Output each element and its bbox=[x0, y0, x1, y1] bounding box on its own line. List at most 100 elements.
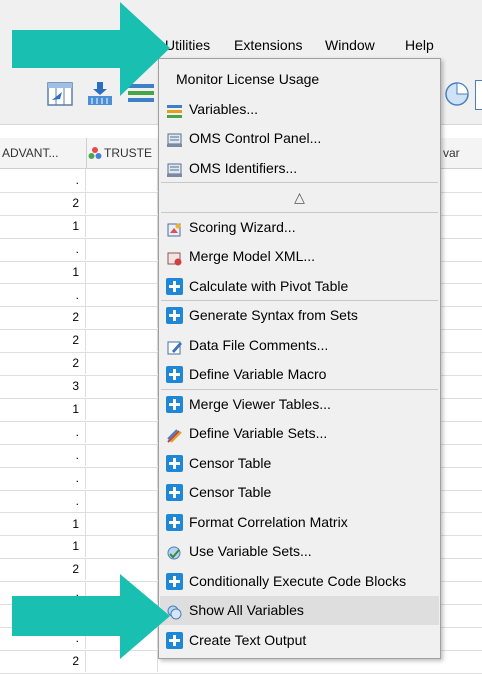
table-cell[interactable]: . bbox=[0, 489, 86, 512]
table-cell[interactable]: 2 bbox=[0, 306, 86, 329]
table-cell[interactable]: . bbox=[0, 466, 86, 489]
menu-item-use-variable-sets[interactable]: Use Variable Sets... bbox=[160, 537, 439, 566]
menu-utilities[interactable]: Utilities bbox=[165, 37, 210, 53]
table-cell[interactable] bbox=[441, 352, 482, 374]
table-cell[interactable] bbox=[441, 627, 482, 649]
table-cell[interactable] bbox=[441, 490, 482, 512]
column-header[interactable]: TRUSTE bbox=[86, 138, 159, 168]
table-cell[interactable]: . bbox=[0, 237, 86, 260]
table-cell[interactable] bbox=[441, 513, 482, 535]
table-cell[interactable] bbox=[441, 284, 482, 306]
table-cell[interactable] bbox=[86, 512, 158, 535]
menu-item-label: △ bbox=[294, 189, 305, 205]
table-cell[interactable] bbox=[86, 398, 158, 420]
table-cell[interactable]: 1 bbox=[0, 260, 86, 283]
table-cell[interactable] bbox=[86, 420, 158, 443]
table-cell[interactable]: . bbox=[0, 169, 86, 191]
table-cell[interactable] bbox=[441, 238, 482, 260]
table-cell[interactable] bbox=[441, 192, 482, 214]
table-cell[interactable]: 3 bbox=[0, 375, 86, 398]
plus-icon bbox=[166, 513, 183, 531]
menu-item-create-text-output[interactable]: Create Text Output bbox=[160, 626, 439, 655]
menu-item-censor-table[interactable]: Censor Table bbox=[160, 478, 439, 507]
table-cell[interactable] bbox=[441, 444, 482, 466]
pie-chart-icon[interactable] bbox=[443, 80, 471, 108]
menu-item-oms-control-panel[interactable]: OMS Control Panel... bbox=[160, 124, 439, 153]
toolbar-icon-partial[interactable] bbox=[475, 80, 482, 110]
plus-icon bbox=[166, 484, 183, 501]
menu-item-label: Scoring Wizard... bbox=[189, 218, 296, 235]
table-cell[interactable]: . bbox=[0, 283, 86, 306]
menu-item-monitor-license-usage[interactable]: Monitor License Usage bbox=[160, 65, 439, 94]
table-cell[interactable] bbox=[441, 581, 482, 603]
arrow-annotation-icon bbox=[12, 2, 170, 96]
merge-model-icon bbox=[166, 248, 183, 266]
utilities-dropdown-menu: Monitor License Usage Variables... OMS Con… bbox=[158, 58, 441, 659]
menu-item-scoring-wizard[interactable]: Scoring Wizard... bbox=[160, 213, 439, 242]
table-cell[interactable] bbox=[86, 466, 158, 489]
table-cell[interactable]: 2 bbox=[0, 329, 86, 352]
use-sets-icon bbox=[166, 543, 183, 560]
menu-item-expand[interactable]: △ bbox=[160, 183, 439, 212]
table-cell[interactable] bbox=[86, 260, 158, 283]
menu-item-merge-viewer-tables[interactable]: Merge Viewer Tables... bbox=[160, 390, 439, 419]
column-header[interactable]: ADVANT... bbox=[0, 138, 87, 168]
table-cell[interactable] bbox=[86, 535, 158, 558]
menu-item-generate-syntax-from-sets[interactable]: Generate Syntax from Sets bbox=[160, 301, 439, 330]
menu-window[interactable]: Window bbox=[325, 37, 375, 53]
table-cell[interactable] bbox=[86, 306, 158, 329]
plus-icon bbox=[166, 454, 183, 472]
menu-item-label: Monitor License Usage bbox=[176, 71, 320, 87]
table-cell[interactable] bbox=[441, 329, 482, 351]
table-cell[interactable]: . bbox=[0, 443, 86, 466]
table-cell[interactable] bbox=[441, 467, 482, 489]
menu-item-label: Format Correlation Matrix bbox=[189, 513, 348, 530]
table-cell[interactable] bbox=[441, 169, 482, 191]
menu-item-data-file-comments[interactable]: Data File Comments... bbox=[160, 331, 439, 360]
menu-item-define-variable-macro[interactable]: Define Variable Macro bbox=[160, 360, 439, 389]
table-cell[interactable] bbox=[441, 604, 482, 626]
table-cell[interactable] bbox=[441, 261, 482, 283]
table-cell[interactable] bbox=[441, 306, 482, 328]
table-cell[interactable]: 1 bbox=[0, 512, 86, 535]
table-cell[interactable]: 2 bbox=[0, 191, 86, 214]
menu-item-oms-identifiers[interactable]: OMS Identifiers... bbox=[160, 154, 439, 183]
menu-item-variables[interactable]: Variables... bbox=[160, 95, 439, 124]
menu-help[interactable]: Help bbox=[405, 37, 434, 53]
column-header[interactable]: var bbox=[441, 138, 482, 168]
menu-extensions[interactable]: Extensions bbox=[234, 37, 302, 53]
table-cell[interactable] bbox=[86, 375, 158, 398]
menu-item-show-all-variables[interactable]: Show All Variables bbox=[160, 596, 439, 625]
menu-item-censor-table[interactable]: Censor Table bbox=[160, 449, 439, 478]
table-cell[interactable] bbox=[86, 443, 158, 466]
table-cell[interactable] bbox=[86, 329, 158, 352]
table-cell[interactable]: 1 bbox=[0, 214, 86, 237]
table-cell[interactable] bbox=[441, 375, 482, 397]
table-cell[interactable]: 1 bbox=[0, 398, 86, 420]
table-cell[interactable] bbox=[86, 191, 158, 214]
table-cell[interactable] bbox=[441, 215, 482, 237]
menu-item-label: Use Variable Sets... bbox=[189, 543, 312, 559]
table-cell[interactable] bbox=[441, 558, 482, 580]
table-cell[interactable] bbox=[86, 352, 158, 375]
menu-item-label: OMS Identifiers... bbox=[189, 159, 298, 176]
table-cell[interactable] bbox=[86, 489, 158, 512]
table-cell[interactable] bbox=[86, 169, 158, 191]
menu-item-merge-model-xml[interactable]: Merge Model XML... bbox=[160, 242, 439, 271]
table-cell[interactable] bbox=[441, 535, 482, 557]
table-cell[interactable] bbox=[441, 650, 482, 672]
menu-item-format-correlation-matrix[interactable]: Format Correlation Matrix bbox=[160, 508, 439, 537]
menu-item-conditionally-execute-code-blocks[interactable]: Conditionally Execute Code Blocks bbox=[160, 567, 439, 596]
table-cell[interactable] bbox=[86, 214, 158, 237]
table-cell[interactable] bbox=[86, 237, 158, 260]
table-cell[interactable]: 1 bbox=[0, 535, 86, 558]
menu-item-define-variable-sets[interactable]: Define Variable Sets... bbox=[160, 419, 439, 448]
menu-item-calculate-with-pivot-table[interactable]: Calculate with Pivot Table bbox=[160, 272, 439, 301]
table-cell[interactable]: . bbox=[0, 420, 86, 443]
plus-icon bbox=[166, 277, 183, 295]
table-cell[interactable]: 2 bbox=[0, 352, 86, 375]
table-cell[interactable] bbox=[441, 421, 482, 443]
table-cell[interactable] bbox=[86, 283, 158, 306]
comments-icon bbox=[166, 337, 183, 354]
table-cell[interactable] bbox=[441, 398, 482, 420]
